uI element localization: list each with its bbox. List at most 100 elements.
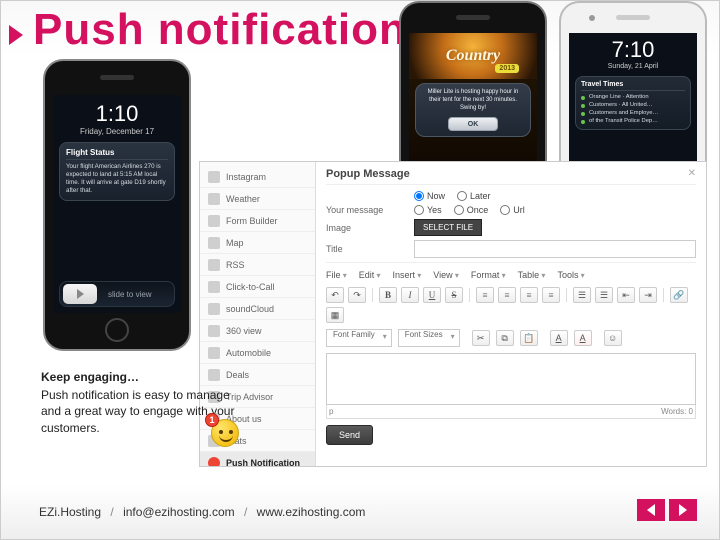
sidebar-item-formbuilder[interactable]: Form Builder <box>200 210 315 232</box>
separator-icon <box>372 288 373 302</box>
sidebar-item-soundcloud[interactable]: soundCloud <box>200 298 315 320</box>
strike-button[interactable]: S <box>445 287 463 303</box>
weather-icon <box>208 193 220 205</box>
italic-button[interactable]: I <box>401 287 419 303</box>
chevron-right-icon <box>679 504 687 516</box>
phone1-notif-title: Flight Status <box>66 148 168 160</box>
ok-button[interactable]: OK <box>448 117 498 131</box>
sidebar-item-label: Click-to-Call <box>226 282 275 292</box>
phone-country-promo: Country 2013 Miller Lite is hosting happ… <box>399 1 547 161</box>
title-bullet-icon <box>9 25 23 45</box>
sidebar-item-automobile[interactable]: Automobile <box>200 342 315 364</box>
menu-file[interactable]: File <box>326 270 347 280</box>
paste-button[interactable]: 📋 <box>520 330 538 346</box>
outdent-button[interactable]: ⇤ <box>617 287 635 303</box>
sidebar-item-label: soundCloud <box>226 304 274 314</box>
radio-label: Once <box>467 205 489 215</box>
radio-once-input[interactable] <box>414 205 424 215</box>
next-button[interactable] <box>669 499 697 521</box>
radio-now-input[interactable] <box>414 191 424 201</box>
label-image: Image <box>326 223 404 233</box>
sidebar-item-label: Automobile <box>226 348 271 358</box>
editor-toolbar: ↶ ↷ B I U S ≡ ≡ ≡ ≡ ☰ ☰ ⇤ ⇥ 🔗 ▦ <box>326 283 696 327</box>
cut-button[interactable]: ✂ <box>472 330 490 346</box>
radio-url-input[interactable] <box>500 205 510 215</box>
menu-table[interactable]: Table <box>518 270 546 280</box>
font-size-select[interactable]: Font Sizes <box>398 329 460 347</box>
sidebar-item-rss[interactable]: RSS <box>200 254 315 276</box>
notification-badge: 1 <box>205 413 219 427</box>
textcolor-button[interactable]: A <box>550 330 568 346</box>
radio-label: Yes <box>427 205 442 215</box>
link-button[interactable]: 🔗 <box>670 287 688 303</box>
phone3-time: 7:10 <box>569 37 697 63</box>
phone-speaker-icon <box>100 75 134 80</box>
country-banner-text: Country <box>446 47 500 65</box>
emoji-graphic: 1 <box>211 419 243 451</box>
radio-once2-input[interactable] <box>454 205 464 215</box>
panorama-icon <box>208 325 220 337</box>
send-button[interactable]: Send <box>326 425 373 445</box>
sidebar-item-map[interactable]: Map <box>200 232 315 254</box>
number-list-button[interactable]: ☰ <box>595 287 613 303</box>
sidebar-item-weather[interactable]: Weather <box>200 188 315 210</box>
radio-once2[interactable]: Once <box>454 205 489 215</box>
prev-button[interactable] <box>637 499 665 521</box>
redo-button[interactable]: ↷ <box>348 287 366 303</box>
underline-button[interactable]: U <box>423 287 441 303</box>
radio-url[interactable]: Url <box>500 205 525 215</box>
sidebar-item-push[interactable]: Push Notification <box>200 452 315 466</box>
radio-now[interactable]: Now <box>414 191 445 201</box>
separator-icon <box>469 288 470 302</box>
list-item: Customers and Employe… <box>581 109 685 117</box>
menu-format[interactable]: Format <box>471 270 506 280</box>
image-button[interactable]: ▦ <box>326 307 344 323</box>
rss-icon <box>208 259 220 271</box>
phone2-screen: Country 2013 Miller Lite is hosting happ… <box>409 33 537 161</box>
instagram-icon <box>208 171 220 183</box>
phone1-notification: Flight Status Your flight American Airli… <box>59 142 175 201</box>
bold-button[interactable]: B <box>379 287 397 303</box>
align-left-button[interactable]: ≡ <box>476 287 494 303</box>
phone1-screen: 1:10 Friday, December 17 Flight Status Y… <box>53 95 181 313</box>
sidebar-item-instagram[interactable]: Instagram <box>200 166 315 188</box>
close-button[interactable]: ✕ <box>688 168 696 180</box>
slider-knob[interactable] <box>63 284 97 304</box>
footer-company: EZi.Hosting <box>39 505 101 519</box>
menu-tools[interactable]: Tools <box>557 270 584 280</box>
align-right-button[interactable]: ≡ <box>520 287 538 303</box>
separator-icon <box>663 288 664 302</box>
phone-lockscreen-flight: 1:10 Friday, December 17 Flight Status Y… <box>43 59 191 351</box>
radio-once[interactable]: Yes <box>414 205 442 215</box>
indent-button[interactable]: ⇥ <box>639 287 657 303</box>
list-item: of the Transit Police Dep… <box>581 117 685 125</box>
title-input[interactable] <box>414 240 696 258</box>
phone2-alert: Miller Lite is hosting happy hour in the… <box>415 83 531 137</box>
font-family-select[interactable]: Font Family <box>326 329 392 347</box>
bullet-list-button[interactable]: ☰ <box>573 287 591 303</box>
align-justify-button[interactable]: ≡ <box>542 287 560 303</box>
align-center-button[interactable]: ≡ <box>498 287 516 303</box>
menu-edit[interactable]: Edit <box>359 270 381 280</box>
footer-sep: / <box>110 505 113 519</box>
footer-email: info@ezihosting.com <box>123 505 235 519</box>
menu-view[interactable]: View <box>433 270 459 280</box>
home-button-icon[interactable] <box>105 318 129 342</box>
menu-insert[interactable]: Insert <box>393 270 422 280</box>
admin-panel: Instagram Weather Form Builder Map RSS C… <box>199 161 707 467</box>
emoji-button[interactable]: ☺ <box>604 330 622 346</box>
radio-later-input[interactable] <box>457 191 467 201</box>
select-file-button[interactable]: SELECT FILE <box>414 219 482 236</box>
copy-button[interactable]: ⧉ <box>496 330 514 346</box>
sidebar-item-clicktocall[interactable]: Click-to-Call <box>200 276 315 298</box>
editor-textarea[interactable] <box>326 353 696 405</box>
chevron-left-icon <box>647 504 655 516</box>
slide-to-unlock[interactable]: slide to view <box>59 281 175 307</box>
undo-button[interactable]: ↶ <box>326 287 344 303</box>
sidebar-item-360[interactable]: 360 view <box>200 320 315 342</box>
phone-transit-lockscreen: 7:10 Sunday, 21 April Travel Times Orang… <box>559 1 707 161</box>
radio-later[interactable]: Later <box>457 191 491 201</box>
country-banner-year: 2013 <box>495 64 519 73</box>
bgcolor-button[interactable]: A <box>574 330 592 346</box>
phone3-screen: 7:10 Sunday, 21 April Travel Times Orang… <box>569 33 697 161</box>
